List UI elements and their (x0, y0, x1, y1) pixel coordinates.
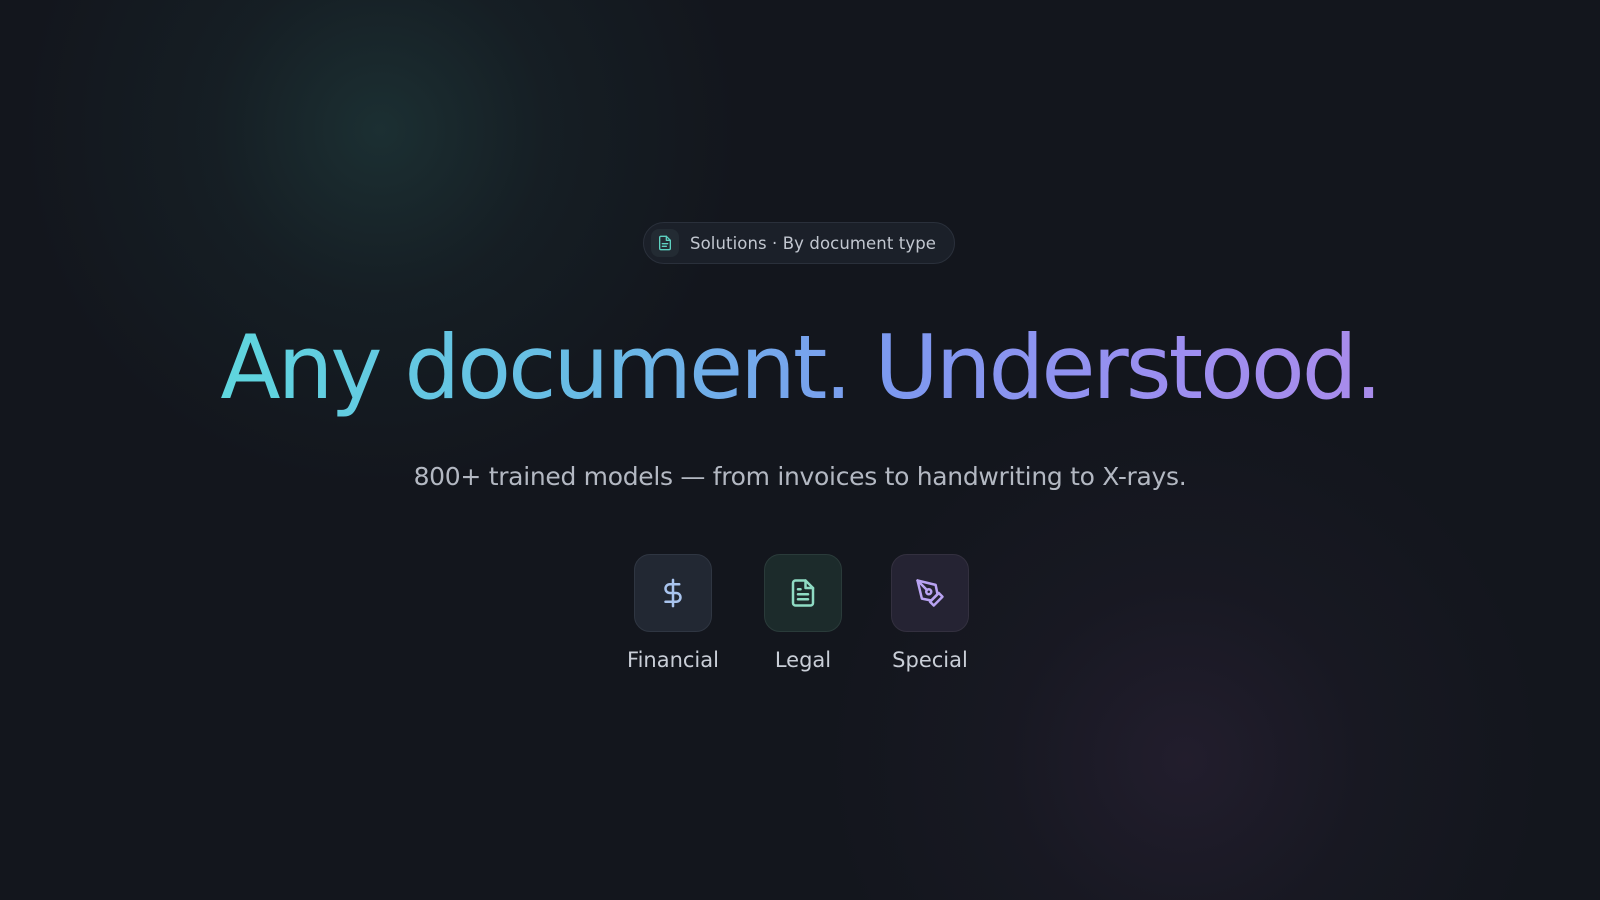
dollar-icon (664, 578, 682, 608)
document-icon (651, 229, 679, 257)
background-glow (0, 0, 1600, 900)
category-legal-tile[interactable] (764, 554, 842, 632)
category-legal[interactable]: Legal (743, 554, 863, 672)
category-special-label: Special (892, 648, 968, 672)
category-financial-tile[interactable] (634, 554, 712, 632)
hero-subtitle: 800+ trained models — from invoices to h… (413, 462, 1187, 491)
category-special-tile[interactable] (891, 554, 969, 632)
category-financial-label: Financial (627, 648, 719, 672)
badge-label: Solutions · By document type (690, 233, 937, 253)
category-legal-label: Legal (774, 648, 832, 672)
hero-headline: Any document. Understood. (0, 318, 1600, 418)
category-financial[interactable]: Financial (613, 554, 733, 672)
pen-tool-icon (916, 579, 944, 607)
category-special[interactable]: Special (870, 554, 990, 672)
document-icon (791, 579, 815, 607)
section-badge: Solutions · By document type (643, 222, 955, 264)
hero-headline-text: Any document. Understood. (220, 316, 1382, 419)
